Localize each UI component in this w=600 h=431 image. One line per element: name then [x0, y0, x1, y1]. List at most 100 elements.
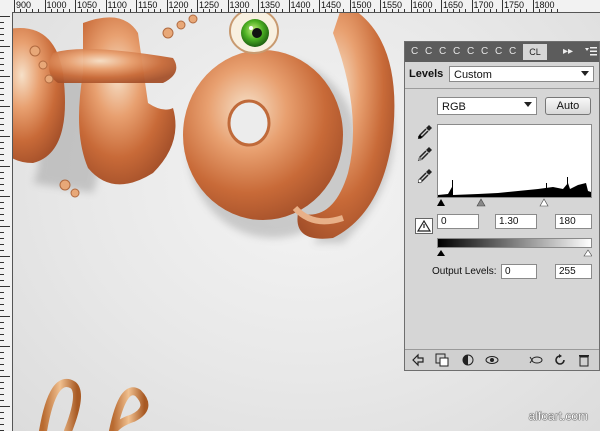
ruler-minor-tick [520, 9, 522, 12]
black-point-eyedropper-icon[interactable] [417, 124, 433, 140]
white-point-eyedropper-icon[interactable] [417, 168, 433, 184]
ruler-tick [0, 286, 10, 287]
ruler-minor-tick [447, 9, 449, 12]
ruler-tick [0, 280, 4, 281]
ruler-minor-tick [129, 9, 131, 12]
ruler-tick [0, 46, 10, 47]
ruler-tick [0, 310, 4, 311]
panel-tab[interactable]: C [453, 46, 460, 57]
divider [405, 88, 599, 89]
trash-icon[interactable] [577, 353, 591, 367]
ruler-tick [0, 214, 4, 215]
panel-tab[interactable]: C [425, 46, 432, 57]
ruler-tick [0, 424, 4, 425]
channel-select[interactable]: RGB [437, 97, 537, 115]
ruler-minor-tick [538, 9, 540, 12]
collapse-arrows-icon[interactable]: ▸▸ [563, 46, 573, 57]
ruler-minor-tick [111, 9, 113, 12]
ruler-tick [0, 94, 4, 95]
clip-to-layer-icon[interactable] [435, 353, 449, 367]
ruler-minor-tick [56, 9, 58, 12]
ruler-minor-tick [251, 9, 253, 12]
ruler-tick [0, 262, 4, 263]
ruler-tick [0, 148, 4, 149]
ruler-tick [0, 328, 4, 329]
eye-icon[interactable] [485, 353, 499, 367]
gray-point-eyedropper-icon[interactable] [417, 146, 433, 162]
black-point-handle [437, 199, 445, 206]
levels-panel: C C C C C C C C CL ▸▸ Levels Custom RGB … [404, 41, 600, 371]
ruler-minor-tick [282, 9, 284, 12]
ruler-minor-tick [386, 9, 388, 12]
ruler-minor-tick [477, 9, 479, 12]
left-ruler[interactable] [0, 12, 13, 431]
ruler-tick [0, 70, 4, 71]
ruler-minor-tick [276, 9, 278, 12]
ruler-minor-tick [209, 9, 211, 12]
ruler-tick [0, 40, 4, 41]
ruler-major-tick [349, 0, 351, 12]
auto-button[interactable]: Auto [545, 97, 591, 115]
panel-tab[interactable]: C [509, 46, 516, 57]
ruler-major-tick [197, 0, 198, 12]
view-previous-icon[interactable] [529, 353, 543, 367]
ruler-tick [0, 202, 4, 203]
clipping-warning-icon[interactable] [415, 218, 433, 234]
output-black-field[interactable]: 0 [501, 264, 537, 279]
ruler-minor-tick [459, 9, 461, 12]
ruler-minor-tick [172, 9, 174, 12]
panel-tab[interactable]: C [467, 46, 474, 57]
ruler-minor-tick [184, 9, 186, 12]
ruler-tick [0, 298, 4, 299]
ruler-tick [0, 316, 10, 317]
ruler-label: 900 [16, 0, 32, 10]
ruler-tick [0, 238, 4, 239]
panel-tab[interactable]: C [495, 46, 502, 57]
ruler-minor-tick [38, 9, 40, 12]
ruler-tick [0, 352, 4, 353]
reset-icon[interactable] [553, 353, 567, 367]
ruler-minor-tick [392, 9, 394, 12]
ruler-tick [0, 106, 10, 107]
input-gamma-field[interactable]: 1.30 [495, 214, 537, 229]
top-ruler[interactable]: 900 1000 1050 1100 1150 1200 1250 1300 1350 1400 1… [0, 0, 600, 13]
ruler-minor-tick [270, 9, 272, 12]
ruler-tick [0, 166, 10, 167]
output-white-field[interactable]: 255 [555, 264, 592, 279]
ruler-tick [0, 334, 4, 335]
ruler-tick [0, 304, 4, 305]
histogram [437, 124, 592, 198]
ruler-minor-tick [203, 9, 205, 12]
ruler-minor-tick [495, 9, 497, 12]
ruler-tick [0, 76, 10, 77]
panel-tab[interactable]: C [439, 46, 446, 57]
layer-mask-icon[interactable] [461, 353, 475, 367]
active-panel-tab[interactable]: CL [523, 44, 547, 60]
ruler-tick [0, 88, 4, 89]
ruler-tick [0, 388, 4, 389]
panel-menu-icon[interactable] [585, 46, 597, 59]
input-black-field[interactable]: 0 [437, 214, 479, 229]
chevron-down-icon [581, 71, 589, 76]
input-levels-slider[interactable] [437, 198, 592, 207]
ruler-minor-tick [489, 9, 491, 12]
input-white-field[interactable]: 180 [555, 214, 592, 229]
ruler-major-tick [105, 0, 107, 12]
panel-tab[interactable]: C [481, 46, 488, 57]
ruler-minor-tick [526, 9, 528, 12]
ruler-tick [0, 268, 4, 269]
ruler-minor-tick [361, 9, 363, 12]
ruler-tick [0, 64, 4, 65]
ruler-major-tick [288, 0, 290, 12]
ruler-tick [0, 358, 4, 359]
ruler-tick [0, 154, 4, 155]
ruler-major-tick [14, 0, 15, 12]
preset-select[interactable]: Custom [449, 66, 594, 82]
ruler-tick [0, 184, 4, 185]
ruler-minor-tick [355, 9, 357, 12]
output-levels-slider[interactable] [437, 249, 592, 257]
back-arrow-icon[interactable] [411, 353, 425, 367]
ruler-tick [0, 292, 4, 293]
panel-tab[interactable]: C [411, 46, 418, 57]
ruler-minor-tick [68, 9, 70, 12]
